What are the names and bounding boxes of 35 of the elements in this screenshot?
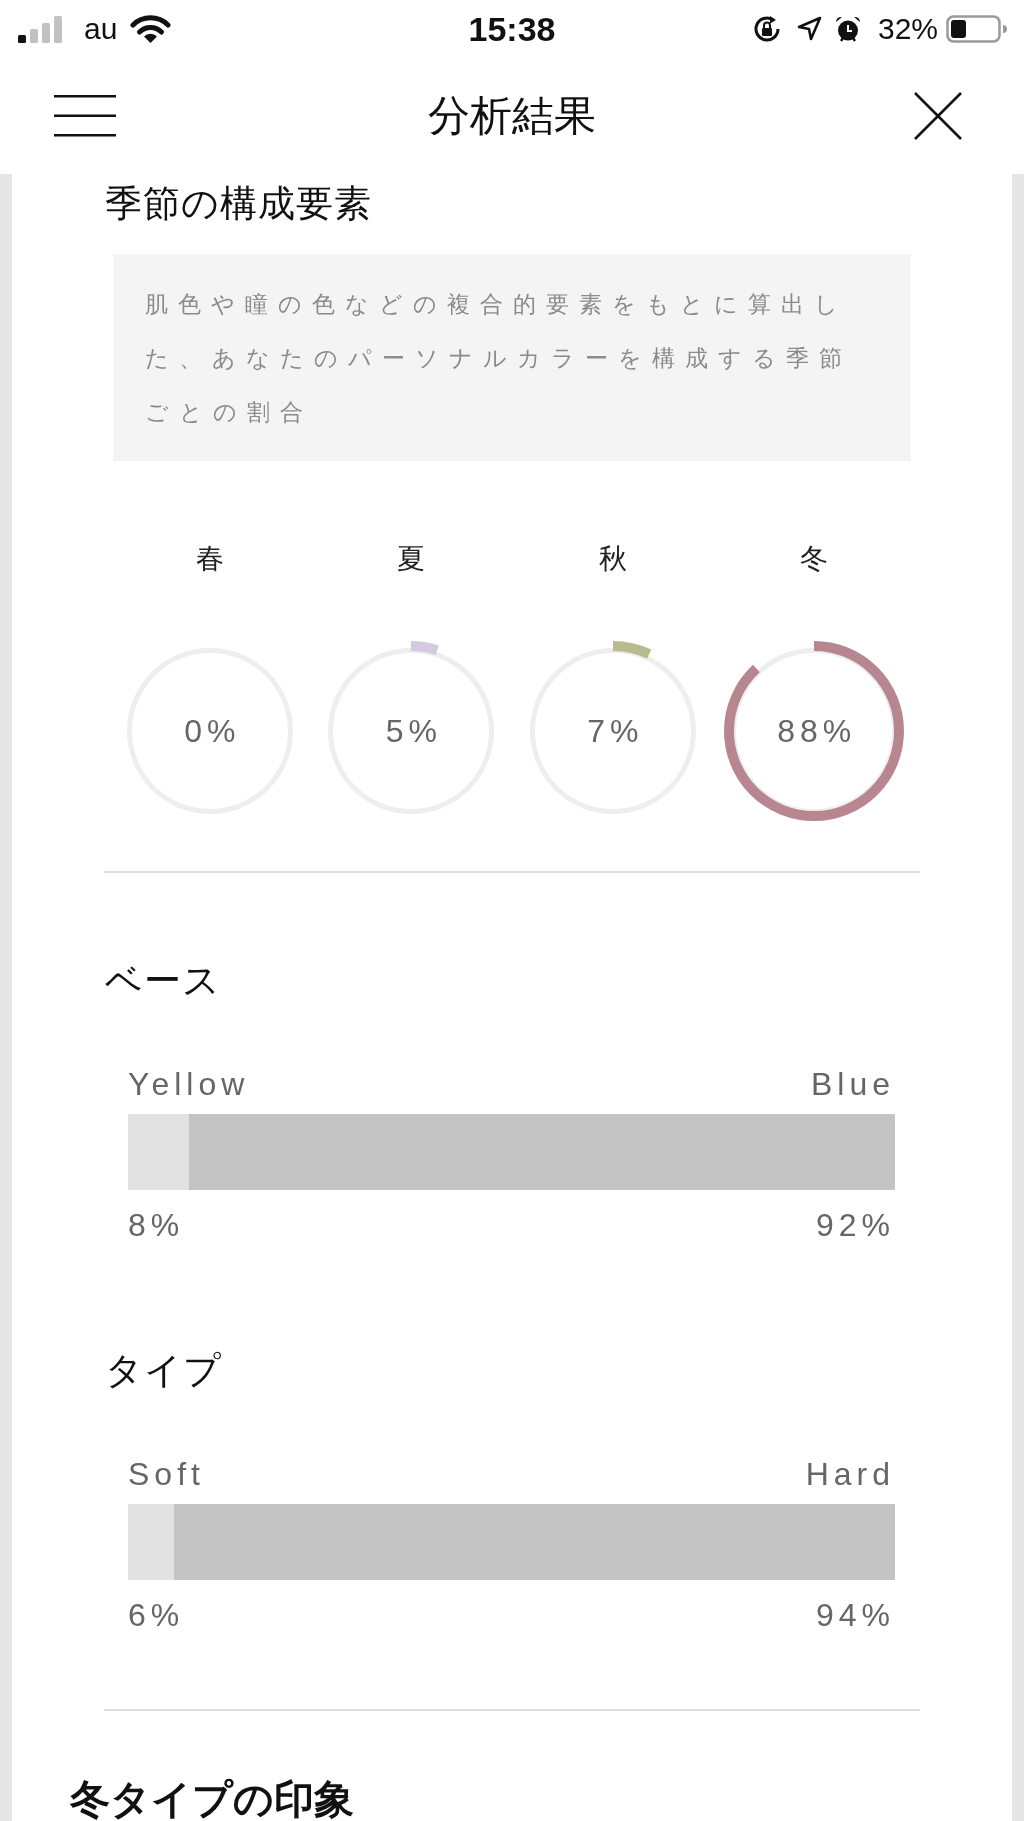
section-heading: タイプ <box>105 1349 222 1393</box>
menu-icon <box>54 95 116 137</box>
description-text: 肌色や瞳の色などの複合的要素をもとに算出した、あなたのパーソナルカラーを構成する季節ごとの割合 <box>145 290 853 427</box>
scale-end-label: Soft <box>128 1455 205 1494</box>
percent-value: 5% <box>384 712 442 750</box>
page-title: 分析結果 <box>428 91 596 141</box>
menu-button[interactable] <box>54 95 116 137</box>
section-heading: ベース <box>105 959 221 1003</box>
battery-icon <box>946 15 1008 43</box>
section-heading: 冬タイプの印象 <box>70 1779 354 1819</box>
location-arrow-icon <box>795 16 822 42</box>
percent-value: 8% <box>128 1206 185 1245</box>
percent-value: 6% <box>128 1596 185 1635</box>
percent-value: 7% <box>586 712 644 750</box>
close-icon <box>914 92 962 140</box>
scale-end-label: Hard <box>805 1455 895 1494</box>
carrier-name: au <box>84 12 118 46</box>
season-label: 夏 <box>397 542 426 576</box>
rotation-lock-icon <box>751 14 782 44</box>
section-heading: 季節の構成要素 <box>105 182 372 226</box>
percent-value: 94% <box>815 1596 895 1635</box>
season-label: 冬 <box>800 542 829 576</box>
scale-end-label: Yellow <box>128 1065 250 1104</box>
signal-icon <box>18 15 62 43</box>
battery-percentage: 32% <box>877 12 938 46</box>
percent-value: 92% <box>815 1206 895 1245</box>
close-button[interactable] <box>914 92 962 140</box>
scale-end-label: Blue <box>810 1065 895 1104</box>
wifi-icon <box>130 14 172 44</box>
season-label: 秋 <box>598 542 627 576</box>
percent-value: 0% <box>183 712 241 750</box>
alarm-clock-icon <box>833 15 862 43</box>
percent-value: 88% <box>776 712 857 750</box>
clock-time: 15:38 <box>468 10 556 48</box>
season-label: 春 <box>195 542 224 576</box>
